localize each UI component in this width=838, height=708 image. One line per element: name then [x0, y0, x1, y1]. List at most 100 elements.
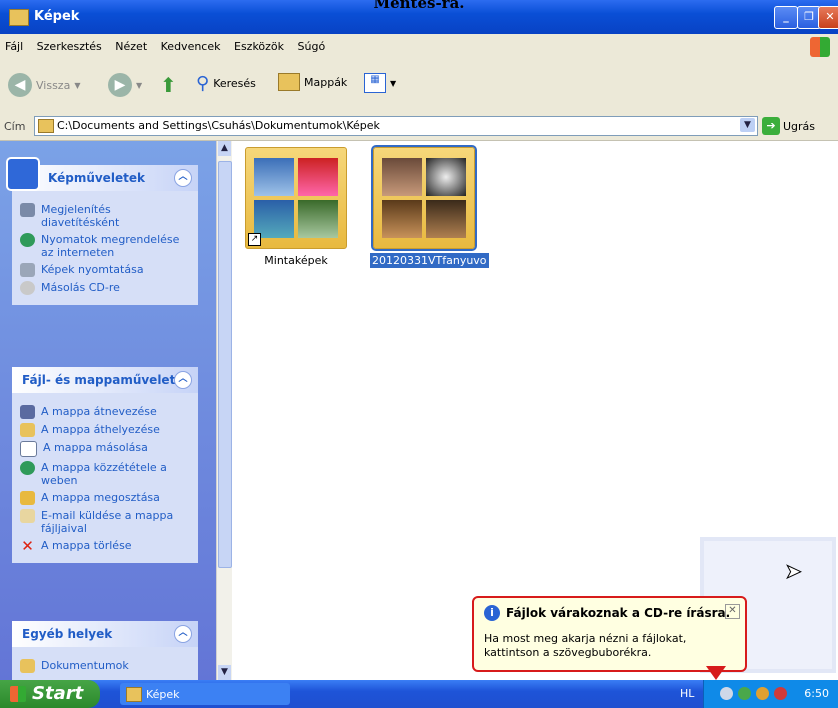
start-label: Start: [32, 683, 84, 704]
language-indicator[interactable]: HL: [680, 687, 694, 700]
task-rename-folder[interactable]: A mappa átnevezése: [20, 405, 190, 419]
menu-file[interactable]: Fájl: [0, 34, 28, 53]
address-bar: Cím C:\Documents and Settings\Csuhás\Dok…: [0, 112, 838, 141]
folder-icon: [126, 687, 142, 702]
other-places-header[interactable]: Egyéb helyek ︿: [12, 621, 198, 647]
scroll-thumb[interactable]: [218, 161, 232, 568]
folder-item-selected[interactable]: 20120331VTfanyuvo: [370, 145, 489, 268]
security-icon[interactable]: [774, 687, 787, 700]
views-icon: ▦: [364, 73, 386, 93]
menu-help[interactable]: Súgó: [293, 34, 331, 53]
start-button[interactable]: Start: [0, 680, 100, 708]
folder-name: Mintaképek: [264, 254, 328, 267]
folder-thumbnail: [371, 145, 477, 251]
photo-thumb: [426, 158, 466, 196]
scroll-down-icon[interactable]: ▼: [218, 665, 231, 680]
task-copy-folder[interactable]: A mappa másolása: [20, 441, 190, 457]
search-icon: ⚲: [196, 73, 210, 94]
folders-icon: [278, 73, 300, 91]
windows-logo-icon: [10, 686, 26, 702]
collapse-icon[interactable]: ︿: [174, 371, 192, 389]
address-field[interactable]: C:\Documents and Settings\Csuhás\Dokumen…: [34, 116, 758, 136]
task-publish-folder[interactable]: A mappa közzététele a weben: [20, 461, 190, 487]
taskbar-item-label: Képek: [146, 688, 180, 701]
file-tasks-title: Fájl- és mappaművelet: [22, 373, 176, 387]
windows-logo-icon: [810, 37, 830, 57]
task-order-prints[interactable]: Nyomatok megrendelése az interneten: [20, 233, 190, 259]
menu-favorites[interactable]: Kedvencek: [156, 34, 226, 53]
image-tasks-header[interactable]: Képműveletek ︿: [6, 157, 198, 191]
menu-view[interactable]: Nézet: [110, 34, 152, 53]
place-label: Dokumentumok: [41, 659, 129, 672]
globe-icon: [20, 461, 35, 475]
go-arrow-icon: ➔: [762, 117, 780, 135]
notification-balloon[interactable]: i Fájlok várakoznak a CD-re írásra. ✕ Ha…: [472, 596, 747, 672]
photo-thumb: [382, 158, 422, 196]
file-tasks-panel: Fájl- és mappaművelet ︿ A mappa átnevezé…: [12, 367, 198, 563]
up-folder-button[interactable]: ⬆: [160, 73, 177, 97]
share-icon: [20, 491, 35, 505]
folders-button[interactable]: Mappák: [278, 73, 347, 91]
mouse-cursor-icon: ➤: [785, 559, 803, 584]
task-copy-to-cd[interactable]: Másolás CD-re: [20, 281, 190, 295]
chevron-down-icon: ▼: [74, 80, 81, 90]
photo-thumb: [426, 200, 466, 238]
shield-icon[interactable]: [756, 687, 769, 700]
task-move-folder[interactable]: A mappa áthelyezése: [20, 423, 190, 437]
go-button[interactable]: ➔ Ugrás: [762, 117, 815, 135]
task-label: A mappa áthelyezése: [41, 423, 160, 436]
back-arrow-icon: ◀: [8, 73, 32, 97]
go-label: Ugrás: [783, 119, 816, 133]
views-button[interactable]: ▦ ▼: [364, 73, 396, 93]
folders-label: Mappák: [304, 75, 348, 89]
close-icon[interactable]: ✕: [725, 604, 740, 619]
taskbar-item[interactable]: Képek: [120, 683, 290, 705]
chevron-down-icon[interactable]: ▼: [740, 118, 755, 132]
balloon-tail: [706, 666, 726, 680]
scroll-up-icon[interactable]: ▲: [218, 141, 231, 156]
chevron-down-icon: ▼: [390, 78, 397, 88]
clock: 6:50: [804, 687, 829, 700]
task-pane-scrollbar[interactable]: ▲ ▼: [216, 141, 232, 680]
task-slideshow[interactable]: Megjelenítés diavetítésként: [20, 203, 190, 229]
collapse-icon[interactable]: ︿: [174, 169, 192, 187]
task-delete-folder[interactable]: ✕ A mappa törlése: [20, 539, 190, 554]
info-icon: i: [484, 605, 500, 621]
cd-burn-icon[interactable]: [720, 687, 733, 700]
image-tasks-icon: [6, 157, 40, 191]
other-places-panel: Egyéb helyek ︿ Dokumentumok: [12, 621, 198, 680]
search-button[interactable]: ⚲ Keresés: [196, 73, 256, 94]
back-button[interactable]: ◀ Vissza ▼: [8, 73, 80, 97]
task-label: A mappa átnevezése: [41, 405, 157, 418]
task-label: A mappa másolása: [43, 441, 148, 454]
menu-tools[interactable]: Eszközök: [229, 34, 289, 53]
task-label: Másolás CD-re: [41, 281, 120, 294]
menu-edit[interactable]: Szerkesztés: [32, 34, 107, 53]
collapse-icon[interactable]: ︿: [174, 625, 192, 643]
image-tasks-panel: Képműveletek ︿ Megjelenítés diavetítéské…: [6, 157, 198, 305]
copy-icon: [20, 441, 37, 457]
other-places-title: Egyéb helyek: [22, 627, 113, 641]
task-email-files[interactable]: E-mail küldése a mappa fájljaival: [20, 509, 190, 535]
task-print-images[interactable]: Képek nyomtatása: [20, 263, 190, 277]
balloon-body: Ha most meg akarja nézni a fájlokat, kat…: [484, 632, 687, 659]
balloon-title: Fájlok várakoznak a CD-re írásra.: [506, 606, 731, 620]
address-path: C:\Documents and Settings\Csuhás\Dokumen…: [57, 119, 380, 132]
slideshow-icon: [20, 203, 35, 217]
globe-icon: [20, 233, 35, 247]
folder-item[interactable]: ↗ Mintaképek: [242, 147, 350, 268]
file-tasks-header[interactable]: Fájl- és mappaművelet ︿: [12, 367, 198, 393]
task-label: Megjelenítés diavetítésként: [41, 203, 120, 229]
task-share-folder[interactable]: A mappa megosztása: [20, 491, 190, 505]
forward-button[interactable]: ▶ ▼: [108, 73, 142, 97]
chevron-down-icon: ▼: [136, 80, 143, 90]
system-tray: 6:50: [703, 680, 838, 708]
image-tasks-title: Képműveletek: [48, 171, 145, 185]
place-documents[interactable]: Dokumentumok: [20, 659, 190, 673]
photo-thumb: [298, 158, 338, 196]
taskbar: Start Képek HL 6:50: [0, 680, 838, 708]
up-arrow-icon: ⬆: [160, 73, 177, 97]
move-folder-icon: [20, 423, 35, 437]
network-icon[interactable]: [738, 687, 751, 700]
rename-icon: [20, 405, 35, 419]
